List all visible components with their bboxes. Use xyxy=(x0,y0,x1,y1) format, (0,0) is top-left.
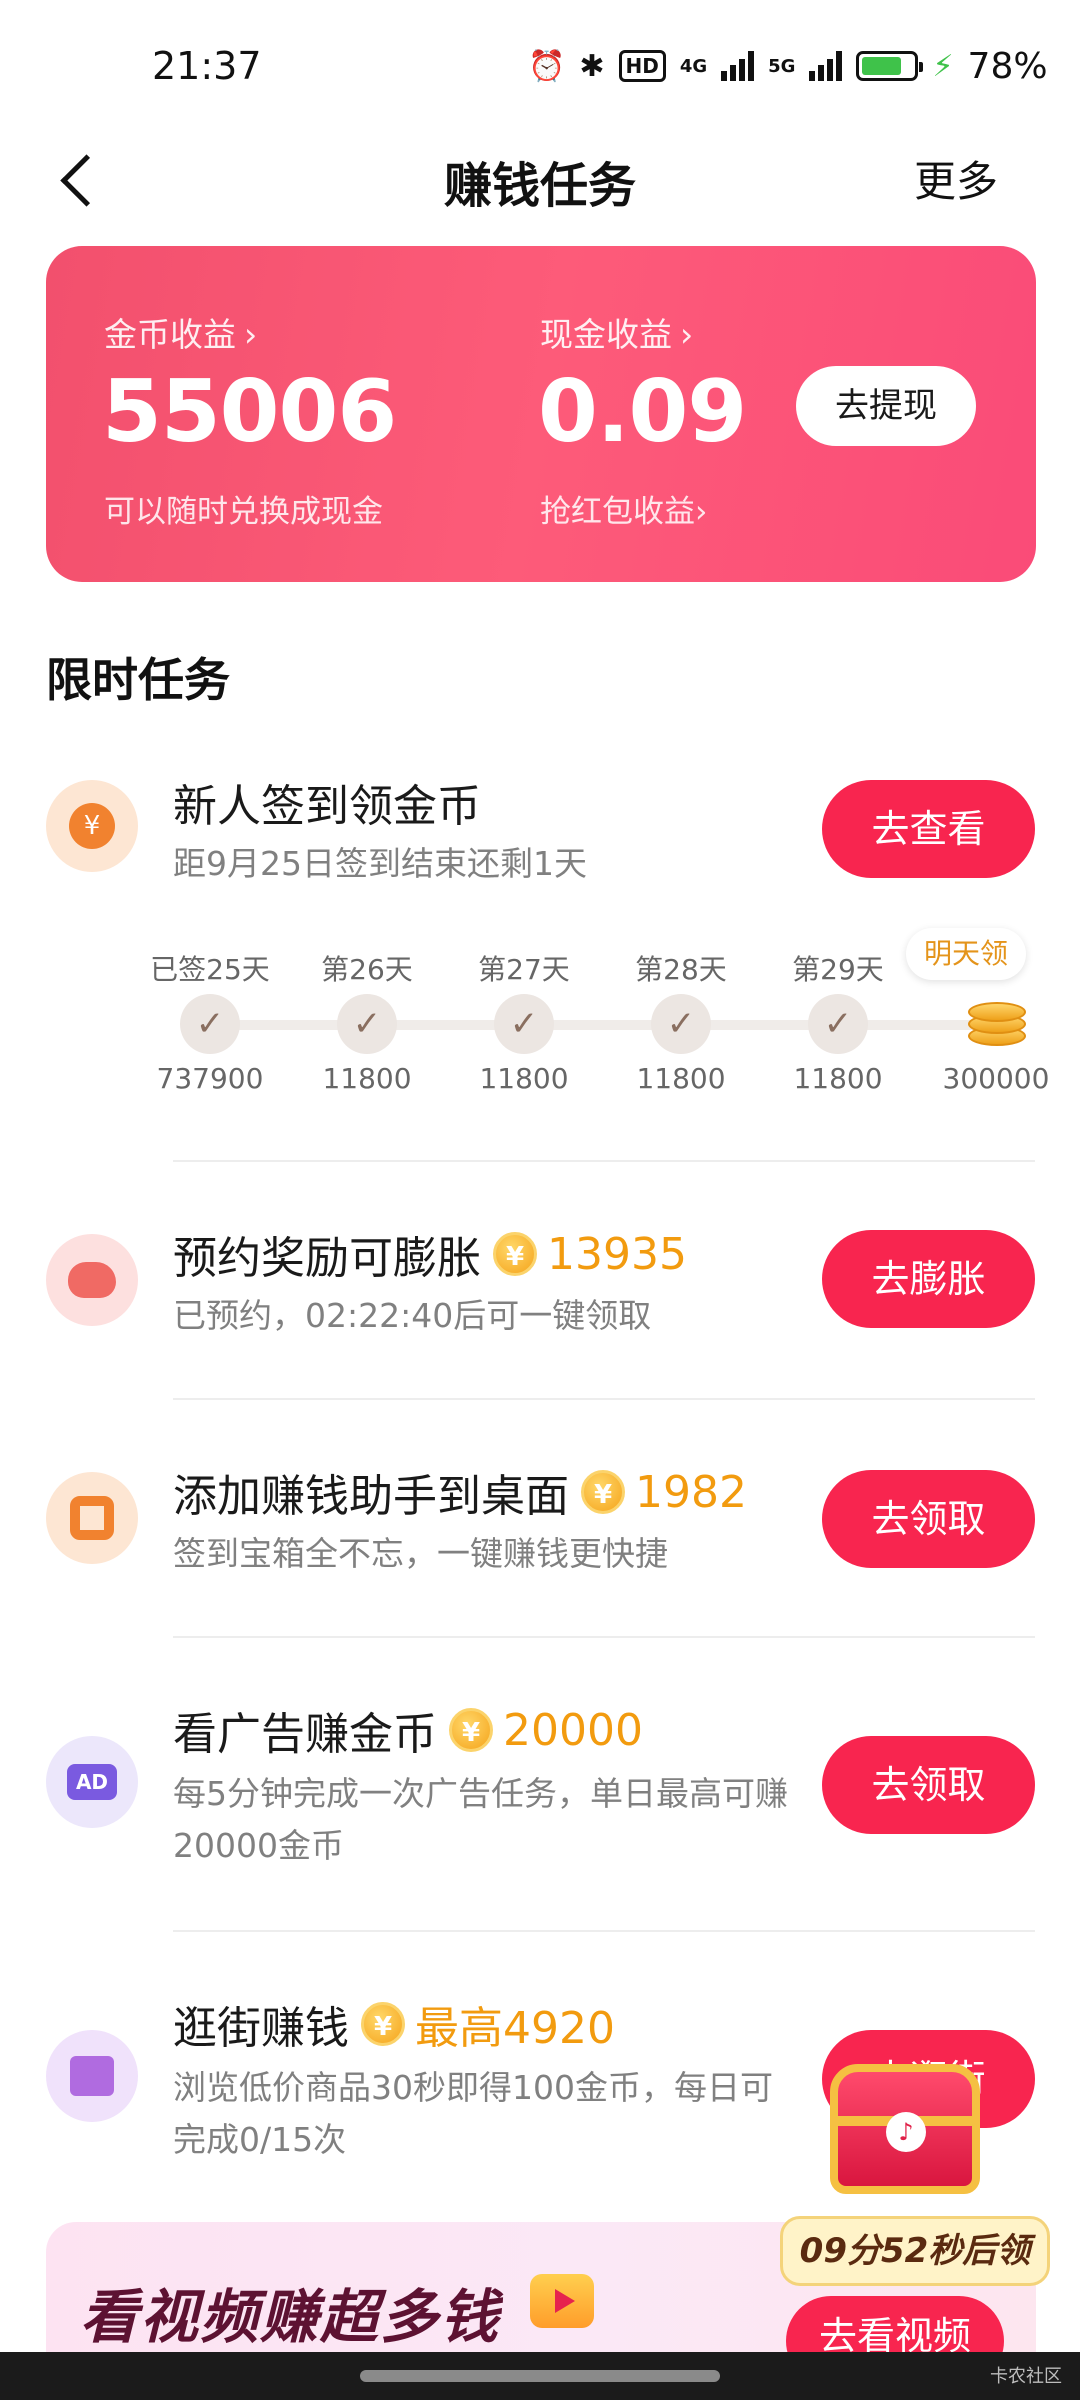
bluetooth-icon: ✱ xyxy=(579,48,605,84)
more-button[interactable]: 更多 xyxy=(914,148,998,209)
status-bar: 21:37 ⏰ ✱ HD 4G 5G ⚡ 78% xyxy=(0,0,1080,130)
task-button-expand[interactable]: 去膨胀 xyxy=(822,1230,1035,1328)
chevron-right-icon: › xyxy=(680,315,694,354)
checkmark-icon: ✓ xyxy=(808,994,868,1054)
system-nav-bar: 卡农社区 xyxy=(0,2352,1080,2400)
widget-icon xyxy=(46,1472,138,1564)
coin-earnings-sub: 可以随时兑换成现金 xyxy=(104,494,383,530)
task-desc: 距9月25日签到结束还剩1天 xyxy=(173,844,587,883)
battery-icon xyxy=(856,51,924,81)
checkin-day-label: 第27天 xyxy=(478,953,570,986)
treasure-countdown: 09分52秒后领 xyxy=(780,2216,1050,2286)
task-title: 添加赚钱助手到桌面 ¥1982 xyxy=(173,1460,747,1524)
divider xyxy=(173,1636,1035,1638)
alarm-icon: ⏰ xyxy=(528,48,566,84)
widget-shape xyxy=(70,1496,114,1540)
task-desc: 已预约，02:22:40后可一键领取 xyxy=(173,1296,652,1335)
checkin-amount: 11800 xyxy=(793,1062,883,1095)
checkin-amount: 300000 xyxy=(942,1062,1050,1095)
coin-icon: ¥ xyxy=(493,1232,537,1276)
task-title-text: 逛街赚钱 xyxy=(173,2003,349,2054)
task-title: 预约奖励可膨胀 ¥13935 xyxy=(173,1222,687,1286)
divider xyxy=(173,1930,1035,1932)
nav-bar: 赚钱任务 更多 xyxy=(0,130,1080,230)
signal-4g-icon xyxy=(721,51,755,81)
piggy-shape xyxy=(68,1262,116,1298)
task-title: 逛街赚钱 ¥ 最高4920 xyxy=(173,1992,615,2056)
checkin-amount: 11800 xyxy=(479,1062,569,1095)
shop-shape xyxy=(70,2056,114,2096)
checkmark-icon: ✓ xyxy=(494,994,554,1054)
cash-earnings-value: 0.09 xyxy=(538,362,747,462)
coin-earnings-link[interactable]: 金币收益 › xyxy=(104,308,257,356)
status-icons: ⏰ ✱ HD 4G 5G ⚡ 78% xyxy=(528,45,1048,87)
divider xyxy=(173,1398,1035,1400)
task-desc: 浏览低价商品30秒即得100金币，每日可完成0/15次 xyxy=(173,2068,773,2159)
chevron-right-icon: › xyxy=(695,494,708,530)
task-reward: 20000 xyxy=(503,1704,643,1756)
task-reward: 1982 xyxy=(635,1466,747,1518)
checkin-amount: 737900 xyxy=(156,1062,264,1095)
task-desc: 签到宝箱全不忘，一键赚钱更快捷 xyxy=(173,1534,668,1573)
charging-icon: ⚡ xyxy=(932,48,954,84)
coin-icon: ¥ xyxy=(581,1470,625,1514)
checkin-track xyxy=(212,1020,992,1030)
battery-percent: 78% xyxy=(967,45,1048,87)
cash-earnings-link[interactable]: 现金收益 › xyxy=(540,308,693,356)
red-packet-earnings-label: 抢红包收益 xyxy=(540,494,695,530)
checkmark-icon: ✓ xyxy=(180,994,240,1054)
checkin-day-label: 已签25天 xyxy=(150,953,270,986)
earnings-card: 金币收益 › 55006 可以随时兑换成现金 现金收益 › 0.09 抢红包收益› … xyxy=(46,246,1036,582)
task-title-text: 预约奖励可膨胀 xyxy=(173,1233,481,1284)
yen-symbol: ¥ xyxy=(69,803,115,849)
checkin-day-label: 第28天 xyxy=(635,953,727,986)
banner-title: 看视频赚超多钱 xyxy=(80,2283,501,2351)
yen-icon: ¥ xyxy=(46,780,138,872)
coin-earnings-value: 55006 xyxy=(102,362,397,462)
checkin-amount: 11800 xyxy=(636,1062,726,1095)
tv-play-icon xyxy=(530,2274,594,2328)
coin-icon: ¥ xyxy=(361,2002,405,2046)
coin-earnings-label: 金币收益 xyxy=(104,315,236,354)
battery-level xyxy=(862,57,902,75)
cash-earnings-label: 现金收益 xyxy=(540,315,672,354)
music-note-icon: ♪ xyxy=(886,2112,926,2152)
signal-5g-icon xyxy=(809,51,843,81)
divider xyxy=(173,1160,1035,1162)
watermark: 卡农社区 xyxy=(990,2366,1062,2387)
task-reward: 最高4920 xyxy=(415,2003,615,2054)
piggy-bank-icon xyxy=(46,1234,138,1326)
checkin-day-label: 第26天 xyxy=(321,953,413,986)
red-packet-earnings-link[interactable]: 抢红包收益› xyxy=(540,486,707,531)
tomorrow-tag: 明天领 xyxy=(906,928,1026,980)
task-title-text: 看广告赚金币 xyxy=(173,1709,437,1760)
task-button-view[interactable]: 去查看 xyxy=(822,780,1035,878)
checkmark-icon: ✓ xyxy=(337,994,397,1054)
checkin-day-label: 第29天 xyxy=(792,953,884,986)
coin-stack-icon xyxy=(968,996,1026,1050)
treasure-chest[interactable]: ♪ 09分52秒后领 xyxy=(780,2050,1050,2286)
task-title: 看广告赚金币 ¥20000 xyxy=(173,1698,643,1762)
ad-icon: AD xyxy=(46,1736,138,1828)
task-reward: 13935 xyxy=(547,1228,687,1280)
task-button-claim[interactable]: 去领取 xyxy=(822,1470,1035,1568)
network-5g-label: 5G xyxy=(768,55,796,77)
coin-icon: ¥ xyxy=(449,1708,493,1752)
hd-icon: HD xyxy=(618,50,666,82)
task-title: 新人签到领金币 xyxy=(173,781,481,832)
task-desc: 每5分钟完成一次广告任务，单日最高可赚20000金币 xyxy=(173,1774,788,1865)
ad-badge: AD xyxy=(67,1764,117,1800)
withdraw-button[interactable]: 去提现 xyxy=(796,366,976,446)
home-indicator[interactable] xyxy=(360,2370,720,2382)
section-title: 限时任务 xyxy=(46,653,230,707)
task-button-claim[interactable]: 去领取 xyxy=(822,1736,1035,1834)
task-title-text: 添加赚钱助手到桌面 xyxy=(173,1471,569,1522)
shop-icon xyxy=(46,2030,138,2122)
status-time: 21:37 xyxy=(152,44,262,88)
checkmark-icon: ✓ xyxy=(651,994,711,1054)
chevron-right-icon: › xyxy=(244,315,258,354)
checkin-amount: 11800 xyxy=(322,1062,412,1095)
treasure-chest-icon: ♪ xyxy=(830,2064,980,2194)
network-4g-label: 4G xyxy=(679,55,708,77)
